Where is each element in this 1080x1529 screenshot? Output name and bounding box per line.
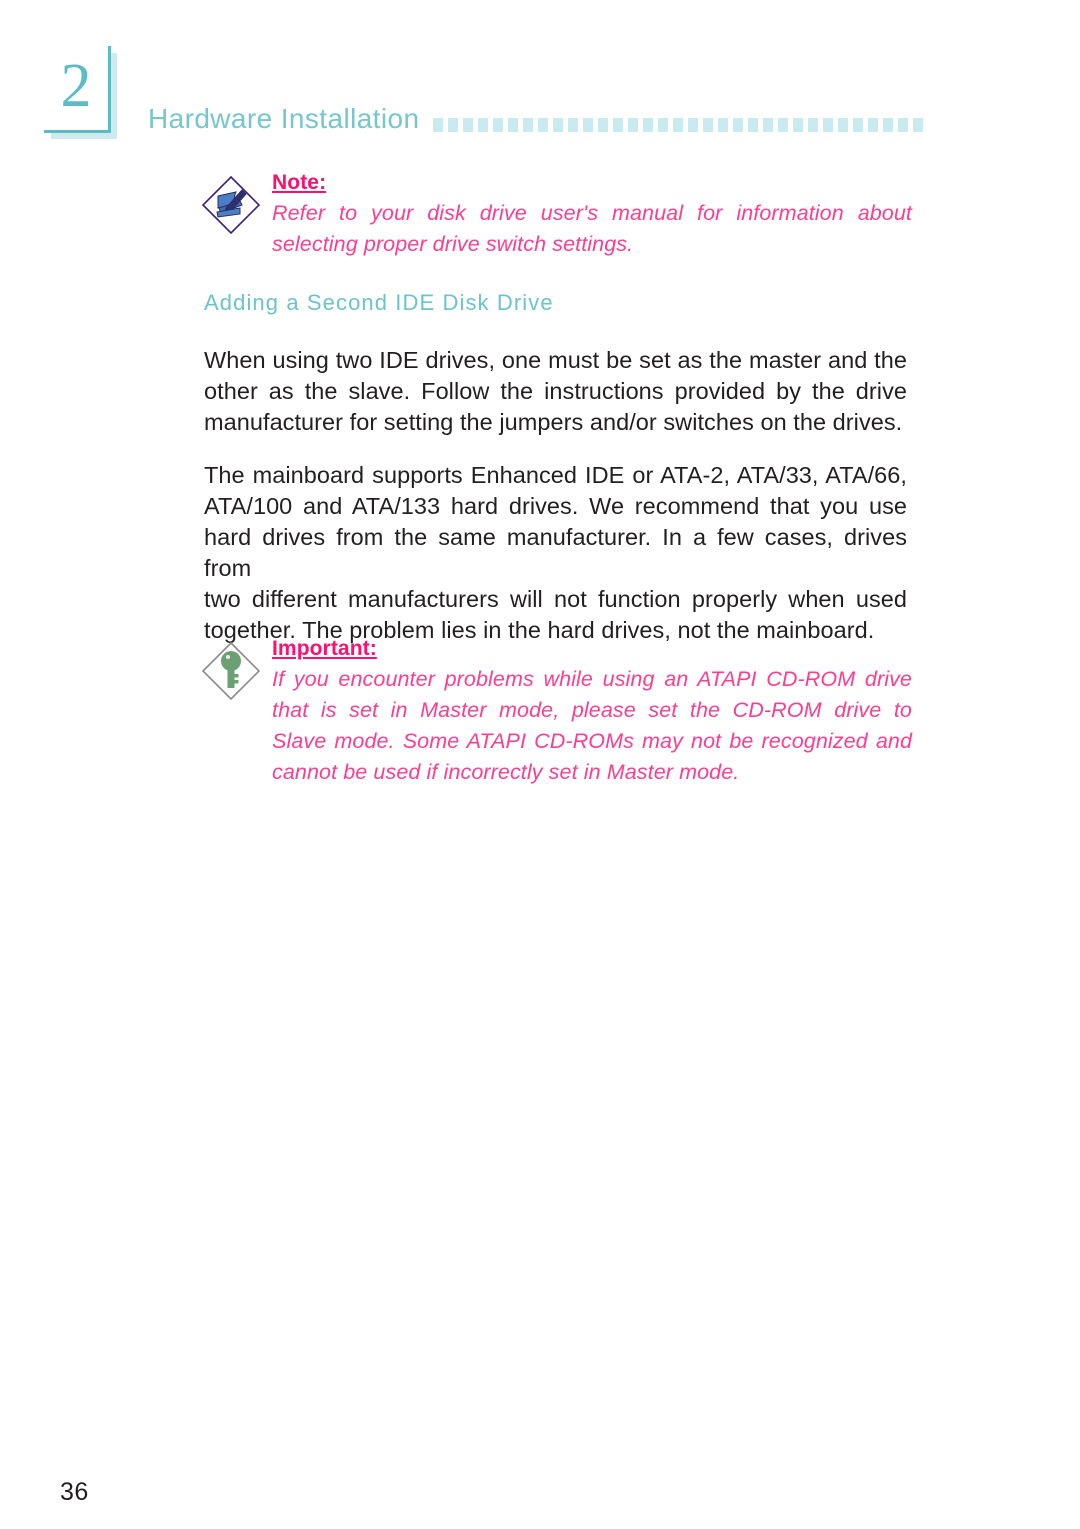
header-dot [493,118,503,132]
header-dot [763,118,773,132]
header-dot [478,118,488,132]
note-title: Note: [272,171,327,194]
important-line: that is set in Master mode, please set t… [272,698,912,722]
note-text: Refer to your disk drive user's manual f… [272,198,912,260]
important-line: cannot be used if incorrectly set in Mas… [272,760,740,784]
header-dot [523,118,533,132]
header-dot [838,118,848,132]
header-dot [913,118,923,132]
page-header: 2 Hardware Installation [0,0,1080,160]
header-dotted-rule [433,118,923,132]
note-callout: Note: Refer to your disk drive user's ma… [200,170,912,260]
header-dot [688,118,698,132]
header-dot [508,118,518,132]
paragraph-line: ATA/100 and ATA/133 hard drives. We reco… [204,493,907,519]
header-dot [598,118,608,132]
header-dot [463,118,473,132]
header-dot [868,118,878,132]
header-dot [748,118,758,132]
paragraph-line: hard drives from the same manufacturer. … [204,524,907,581]
note-line: Refer to your disk drive user's manual f… [272,201,912,225]
important-line: If you encounter problems while using an… [272,667,912,691]
note-pen-diamond-icon [200,174,262,236]
note-line: selecting proper drive switch settings. [272,232,634,256]
header-dot [883,118,893,132]
paragraph-ide-master-slave: When using two IDE drives, one must be s… [204,345,907,438]
important-line: Slave mode. Some ATAPI CD-ROMs may not b… [272,729,912,753]
key-diamond-icon [200,640,262,702]
paragraph-line: manufacturer for setting the jumpers and… [204,409,903,435]
header-dot [898,118,908,132]
header-dot [673,118,683,132]
header-dot [448,118,458,132]
paragraph-line: When using two IDE drives, one must be s… [204,347,907,373]
chapter-number-badge: 2 [44,46,117,139]
page-number: 36 [60,1478,89,1506]
paragraph-ata-support: The mainboard supports Enhanced IDE or A… [204,460,907,646]
paragraph-line: two different manufacturers will not fun… [204,586,907,612]
header-dot [658,118,668,132]
header-dot [643,118,653,132]
header-dot [718,118,728,132]
header-dot [733,118,743,132]
header-dot [853,118,863,132]
header-dot [433,118,443,132]
section-heading: Adding a Second IDE Disk Drive [204,290,554,315]
header-dot [613,118,623,132]
important-body: Important: If you encounter problems whi… [272,636,912,788]
header-dot [823,118,833,132]
important-text: If you encounter problems while using an… [272,664,912,788]
header-dot [553,118,563,132]
paragraph-line: The mainboard supports Enhanced IDE or A… [204,462,907,488]
header-dot [568,118,578,132]
note-body: Note: Refer to your disk drive user's ma… [272,170,912,260]
header-dot [538,118,548,132]
header-dot [808,118,818,132]
header-dot [793,118,803,132]
paragraph-line: other as the slave. Follow the instructi… [204,378,907,404]
header-dot [583,118,593,132]
header-dot [628,118,638,132]
important-title: Important: [272,637,377,660]
important-callout: Important: If you encounter problems whi… [200,636,912,788]
header-dot [778,118,788,132]
chapter-number: 2 [60,52,92,120]
page-title: Hardware Installation [148,103,420,134]
header-dot [703,118,713,132]
